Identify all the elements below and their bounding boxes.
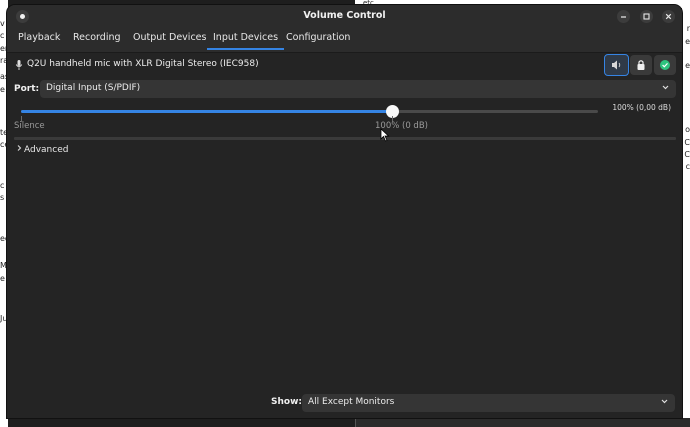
lock-channels-button[interactable] <box>630 55 652 75</box>
show-filter-dropdown[interactable]: All Except Monitors <box>302 394 675 412</box>
titlebar: Volume Control <box>7 5 682 28</box>
advanced-expander[interactable]: Advanced <box>16 144 68 155</box>
lock-icon <box>637 60 645 70</box>
volume-slider-fill <box>21 110 392 113</box>
silence-mark-label: Silence <box>14 121 45 131</box>
port-label: Port: <box>14 84 40 94</box>
tab-recording[interactable]: Recording <box>73 28 121 52</box>
close-icon[interactable] <box>662 10 675 23</box>
device-header: Q2U handheld mic with XLR Digital Stereo… <box>7 54 682 76</box>
volume-readout: 100% (0,00 dB) <box>612 103 671 112</box>
chevron-right-icon <box>16 144 24 155</box>
device-name: Q2U handheld mic with XLR Digital Stereo… <box>27 59 259 69</box>
background-window-bottom <box>355 418 690 427</box>
speaker-mute-icon <box>612 60 621 70</box>
show-filter-value: All Except Monitors <box>308 397 395 407</box>
tab-configuration[interactable]: Configuration <box>286 28 350 52</box>
window-title: Volume Control <box>303 10 386 21</box>
background-window-right: ree oCCc <box>682 0 690 427</box>
set-default-button[interactable] <box>654 55 676 75</box>
chevron-down-icon <box>661 83 670 95</box>
advanced-label: Advanced <box>24 145 69 155</box>
mouse-pointer-icon <box>380 128 390 142</box>
peak-meter <box>14 137 676 140</box>
check-circle-icon <box>660 60 670 70</box>
tab-input-devices[interactable]: Input Devices <box>206 28 285 52</box>
show-label: Show: <box>271 397 302 407</box>
tab-output-devices[interactable]: Output Devices <box>133 28 206 52</box>
volume-control-window: Volume Control Playback Recording Output… <box>7 5 682 418</box>
mute-button[interactable] <box>604 54 629 76</box>
chevron-down-icon <box>660 397 669 409</box>
background-divider <box>355 419 356 427</box>
tab-playback[interactable]: Playback <box>18 28 60 52</box>
tab-bar: Playback Recording Output Devices Input … <box>7 28 682 53</box>
port-dropdown[interactable]: Digital Input (S/PDIF) <box>40 80 676 98</box>
microphone-icon <box>15 60 23 70</box>
port-value: Digital Input (S/PDIF) <box>46 83 141 93</box>
minimize-icon[interactable] <box>617 10 630 23</box>
maximize-icon[interactable] <box>640 10 653 23</box>
